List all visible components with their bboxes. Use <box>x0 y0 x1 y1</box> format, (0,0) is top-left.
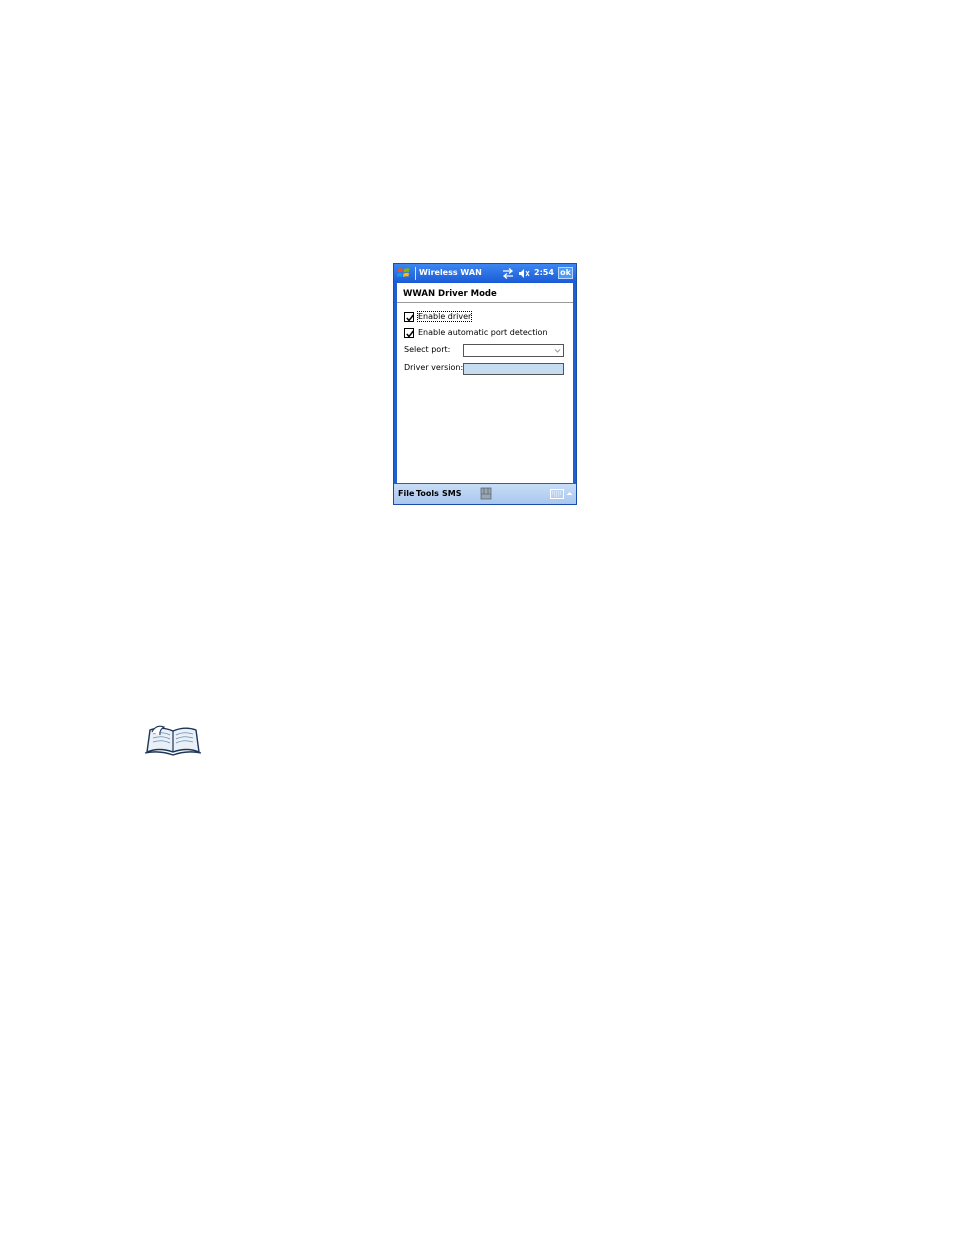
open-book-icon <box>144 725 202 756</box>
select-port-label: Select port: <box>404 345 451 354</box>
checkmark-icon <box>406 330 414 338</box>
page-title: WWAN Driver Mode <box>403 289 497 299</box>
title-separator <box>415 267 416 280</box>
device-screen: Wireless WAN 2:54 ok WWAN Driver Mode En… <box>393 263 577 505</box>
title-bar: Wireless WAN 2:54 ok <box>394 264 576 283</box>
auto-port-detection-checkbox[interactable] <box>404 328 414 338</box>
driver-version-label: Driver version: <box>404 363 464 372</box>
ok-button[interactable]: ok <box>558 267 573 279</box>
windows-flag-icon[interactable] <box>397 266 411 280</box>
checkmark-icon <box>406 314 414 322</box>
select-port-dropdown[interactable] <box>463 344 564 357</box>
menu-sms[interactable]: SMS <box>442 489 461 498</box>
driver-version-field <box>463 363 564 375</box>
clock[interactable]: 2:54 <box>534 268 554 277</box>
enable-driver-label[interactable]: Enable driver <box>416 311 473 322</box>
menu-bar: File Tools SMS <box>394 484 576 504</box>
connectivity-arrows-icon[interactable] <box>502 268 514 279</box>
chevron-down-icon[interactable] <box>554 347 561 354</box>
speaker-muted-icon[interactable] <box>518 268 530 279</box>
chevron-up-icon[interactable] <box>566 490 573 497</box>
auto-port-detection-label[interactable]: Enable automatic port detection <box>418 328 548 337</box>
menu-file[interactable]: File <box>398 489 414 498</box>
client-area: WWAN Driver Mode Enable driver Enable au… <box>397 283 573 483</box>
header-divider <box>397 302 573 303</box>
window-title: Wireless WAN <box>419 268 482 277</box>
input-panel-icon[interactable] <box>480 487 492 500</box>
keyboard-icon[interactable] <box>550 489 564 499</box>
enable-driver-checkbox[interactable] <box>404 312 414 322</box>
menu-tools[interactable]: Tools <box>416 489 439 498</box>
